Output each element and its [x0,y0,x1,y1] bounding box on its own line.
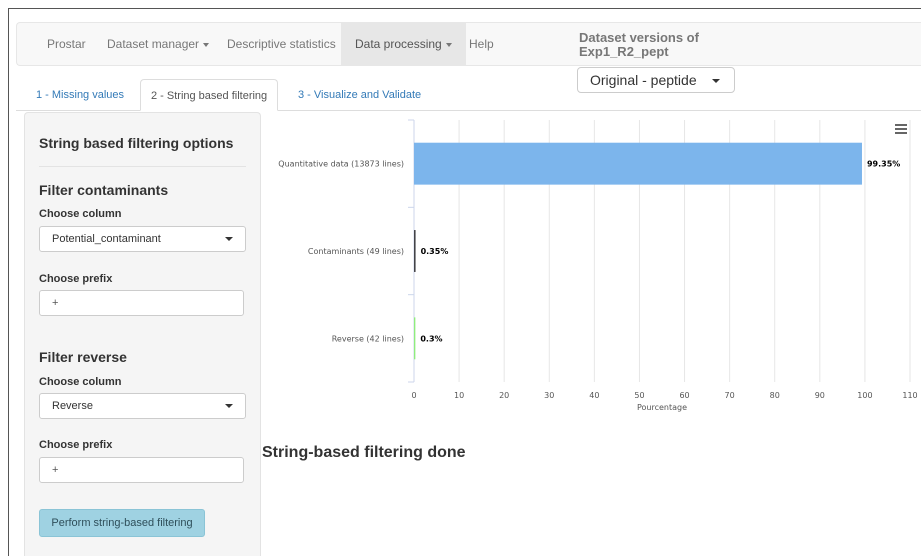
nav-descriptive-statistics-label: Descriptive statistics [227,37,336,51]
dataset-version-select[interactable]: Original - peptide [577,67,735,93]
x-tick-label: 100 [857,391,872,400]
reverse-column-select[interactable]: Reverse [39,393,246,419]
filter-options-panel: String based filtering options Filter co… [24,112,261,556]
x-tick-label: 110 [902,391,917,400]
nav-brand-label: Prostar [47,37,86,51]
caret-down-icon [225,237,233,241]
tab-missing-values[interactable]: 1 - Missing values [26,79,134,111]
nav-data-processing-label: Data processing [355,37,442,51]
tab-string-based-filtering-label: 2 - String based filtering [151,90,268,102]
data-label: 99.35% [867,160,900,169]
panel-divider [39,166,246,167]
perform-filtering-button[interactable]: Perform string-based filtering [39,509,205,537]
caret-down-icon [445,42,452,47]
x-tick-label: 70 [725,391,735,400]
caret-down-icon [712,79,720,83]
x-tick-label: 50 [634,391,644,400]
chart-menu-icon[interactable] [895,124,907,134]
bar [414,142,862,185]
data-label: 0.35% [421,247,449,256]
tab-visualize-validate[interactable]: 3 - Visualize and Validate [288,79,431,111]
contaminants-prefix-label: Choose prefix [39,273,113,285]
contaminants-column-value: Potential_contaminant [52,233,161,245]
panel-title: String based filtering options [39,135,234,151]
x-tick-label: 90 [815,391,825,400]
reverse-prefix-input[interactable]: + [39,457,244,483]
nav-help[interactable]: Help [469,23,494,65]
dataset-versions-title: Dataset versions of Exp1_R2_pept [579,31,699,59]
caret-down-icon [203,42,210,47]
x-axis-title: Pourcentage [637,403,687,412]
contaminants-column-label: Choose column [39,208,122,220]
x-tick-label: 20 [499,391,509,400]
contaminants-heading: Filter contaminants [39,182,169,198]
bar [414,317,416,360]
x-tick-label: 80 [770,391,780,400]
navbar: Prostar Dataset manager Descriptive stat… [16,22,921,66]
nav-brand[interactable]: Prostar [47,23,86,65]
filtering-bar-chart: Quantitative data (13873 lines) 99.35% Con… [278,119,918,412]
nav-help-label: Help [469,37,494,51]
x-tick-label: 30 [544,391,554,400]
nav-descriptive-statistics[interactable]: Descriptive statistics [227,23,336,65]
data-label: 0.3% [420,334,442,343]
category-label: Quantitative data (13873 lines) [278,160,404,169]
status-message: String-based filtering done [262,444,466,461]
x-tick-label: 60 [679,391,689,400]
caret-down-icon [225,404,233,408]
category-label: Reverse (42 lines) [332,334,404,343]
tab-string-based-filtering[interactable]: 2 - String based filtering [140,79,279,111]
nav-dataset-manager[interactable]: Dataset manager [107,23,210,65]
contaminants-prefix-input[interactable]: + [39,290,244,316]
dataset-version-value: Original - peptide [590,72,697,88]
bar [414,230,416,272]
x-tick-label: 10 [454,391,464,400]
reverse-column-label: Choose column [39,376,122,388]
dataset-versions-title-line2: Exp1_R2_pept [579,44,669,59]
reverse-heading: Filter reverse [39,349,127,365]
tab-missing-values-label: 1 - Missing values [36,89,125,101]
nav-data-processing[interactable]: Data processing [341,23,466,65]
reverse-column-value: Reverse [52,400,93,412]
category-label: Contaminants (49 lines) [308,247,404,256]
dataset-versions-title-line1: Dataset versions of [579,30,699,45]
x-tick-label: 0 [411,391,416,400]
x-tick-label: 40 [589,391,599,400]
contaminants-column-select[interactable]: Potential_contaminant [39,226,246,252]
nav-dataset-manager-label: Dataset manager [107,37,200,51]
tab-visualize-validate-label: 3 - Visualize and Validate [298,89,422,101]
reverse-prefix-label: Choose prefix [39,439,113,451]
